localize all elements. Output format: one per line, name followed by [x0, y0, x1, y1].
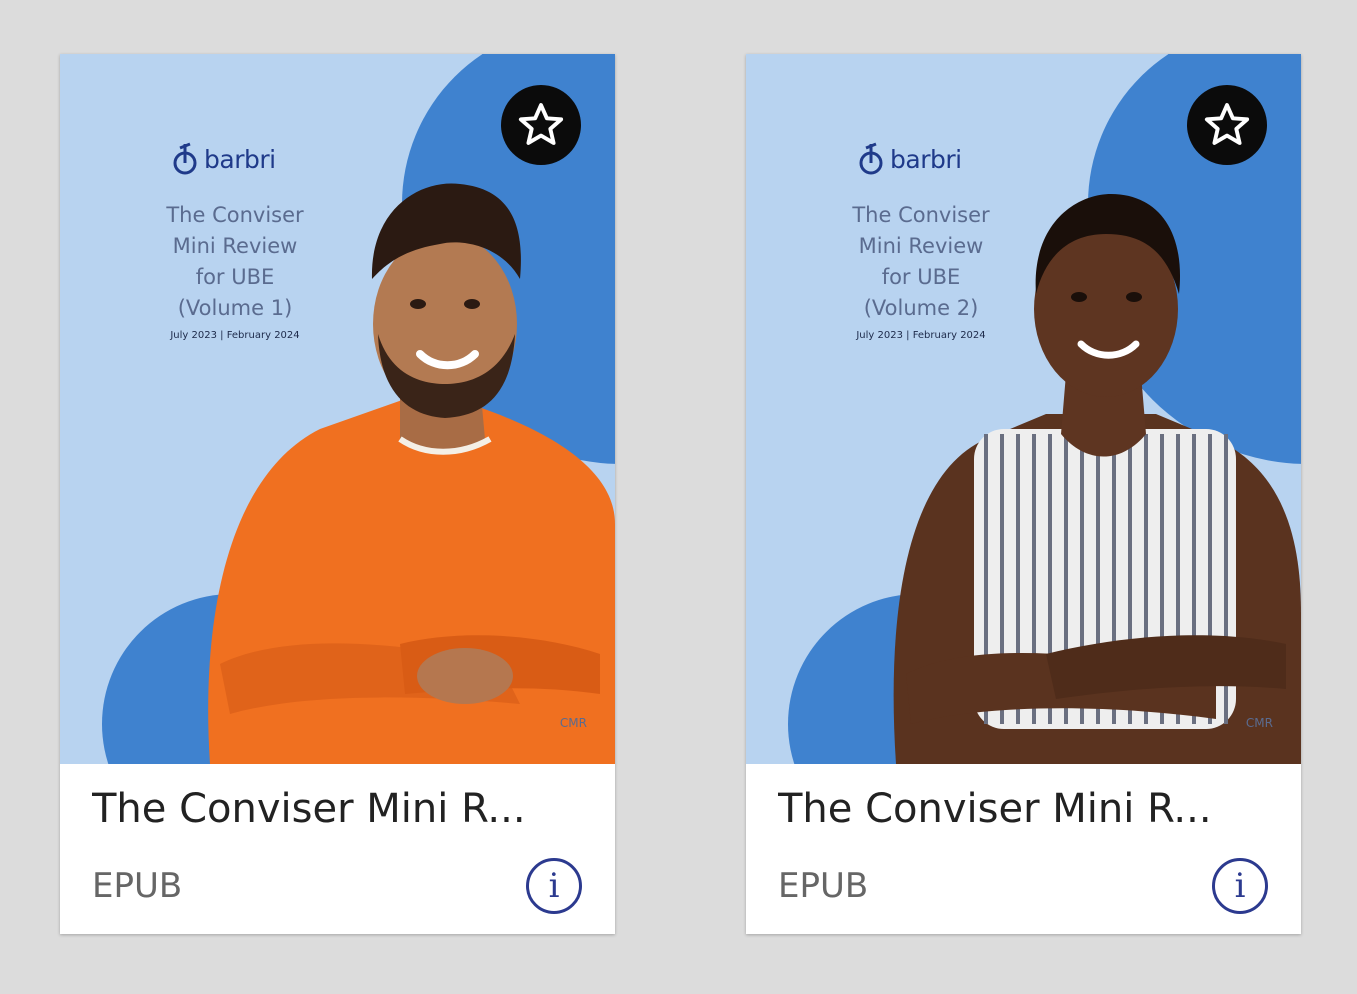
star-outline-icon [1204, 103, 1250, 145]
cover-dates: July 2023 | February 2024 [170, 330, 300, 341]
cover-title-line: The Conviser [852, 203, 990, 227]
book-format: EPUB [778, 866, 869, 906]
cover-title-line: (Volume 2) [863, 296, 979, 320]
cover-code: CMR [1245, 716, 1273, 730]
book-title[interactable]: The Conviser Mini R... [92, 786, 592, 832]
star-outline-icon [518, 103, 564, 145]
book-card[interactable]: barbri The Conviser Mini Review for UBE … [60, 54, 615, 934]
brand-logo: barbri [858, 142, 962, 176]
book-format: EPUB [92, 866, 183, 906]
brand-name: barbri [204, 144, 276, 174]
info-button[interactable]: i [1212, 858, 1268, 914]
cover-title-line: Mini Review [858, 234, 984, 258]
cover-code: CMR [559, 716, 587, 730]
book-title[interactable]: The Conviser Mini R... [778, 786, 1278, 832]
favorite-button[interactable] [501, 85, 581, 165]
info-circle-icon: i [548, 866, 560, 906]
cover-title-line: The Conviser [166, 203, 304, 227]
cover-title-line: (Volume 1) [177, 296, 293, 320]
cover-title: The Conviser Mini Review for UBE (Volume… [816, 200, 1026, 324]
cover-dates: July 2023 | February 2024 [856, 330, 986, 341]
info-button[interactable]: i [526, 858, 582, 914]
cover-title-line: for UBE [195, 265, 275, 289]
favorite-button[interactable] [1187, 85, 1267, 165]
barbri-logo-icon [859, 142, 883, 175]
brand-name: barbri [890, 144, 962, 174]
book-cover[interactable]: barbri The Conviser Mini Review for UBE … [746, 54, 1301, 764]
book-card[interactable]: barbri The Conviser Mini Review for UBE … [746, 54, 1301, 934]
cover-title-line: Mini Review [172, 234, 298, 258]
info-circle-icon: i [1234, 866, 1246, 906]
barbri-logo-icon [173, 142, 197, 175]
brand-logo: barbri [172, 142, 276, 176]
cover-title-line: for UBE [881, 265, 961, 289]
cover-title: The Conviser Mini Review for UBE (Volume… [130, 200, 340, 324]
book-cover[interactable]: barbri The Conviser Mini Review for UBE … [60, 54, 615, 764]
